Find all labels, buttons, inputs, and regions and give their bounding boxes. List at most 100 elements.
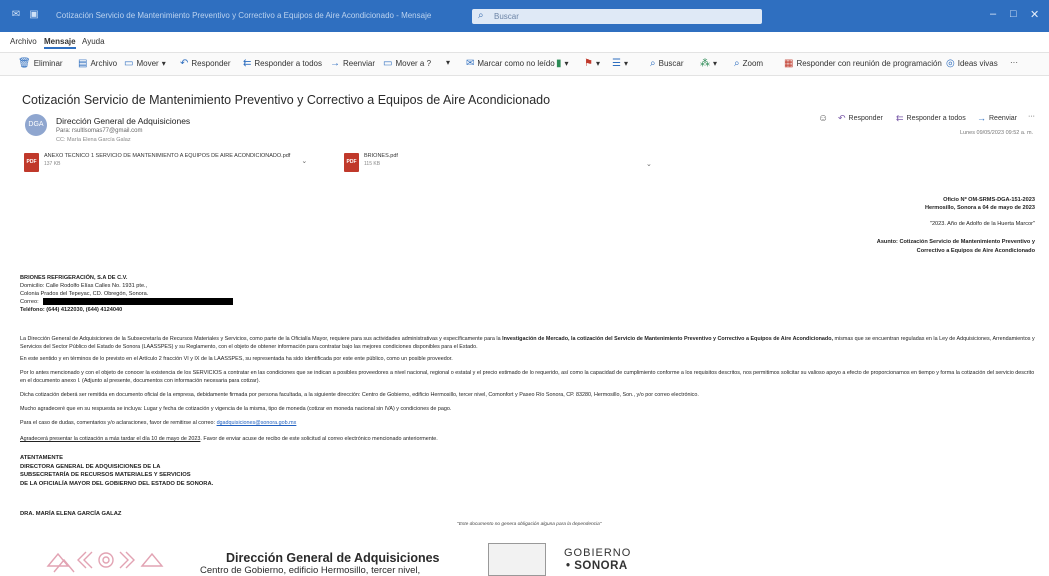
- attachment-name: BRIONES.pdf: [364, 153, 398, 159]
- archive-button[interactable]: ▤ Archivo: [78, 58, 117, 69]
- signer-name: DRA. MARÍA ELENA GARCÍA GALAZ: [20, 511, 122, 517]
- rules-icon: ☰: [612, 58, 621, 69]
- rules-button[interactable]: ☰ ▾: [612, 58, 628, 69]
- ideas-icon: ◎: [946, 58, 955, 69]
- reply-meeting-button[interactable]: ▦ Responder con reunión de programación: [784, 58, 942, 69]
- reply-action[interactable]: ↶ Responder: [838, 113, 883, 124]
- signature-block: ATENTAMENTE DIRECTORA GENERAL DE ADQUISI…: [20, 455, 214, 487]
- more-button[interactable]: ···: [1010, 58, 1018, 67]
- categorize-button[interactable]: ▮ ▾: [556, 58, 569, 69]
- redaction-bar: [42, 298, 233, 306]
- menu-ayuda[interactable]: Ayuda: [82, 37, 105, 46]
- gobierno-label: GOBIERNO: [564, 547, 632, 559]
- translate-button[interactable]: ⁂ ▾: [700, 58, 717, 69]
- telefono: Teléfono: (644) 4122030, (644) 4124040: [20, 307, 123, 313]
- window-title: Cotización Servicio de Mantenimiento Pre…: [56, 11, 432, 20]
- lema: "2023. Año de Adolfo de la Huerta Marcor…: [929, 221, 1035, 227]
- attachment-size: 115 KB: [364, 161, 381, 167]
- paragraph-6: Para el caso de dudas, comentarios y/o a…: [20, 420, 297, 426]
- find-button[interactable]: ⌕ Buscar: [650, 58, 684, 69]
- menu-archivo[interactable]: Archivo: [10, 37, 37, 46]
- correo-line: Correo:: [20, 298, 233, 306]
- avatar[interactable]: DGA: [25, 114, 47, 136]
- trash-icon: 🗑: [18, 58, 31, 69]
- recipient-address: BRIONES REFRIGERACIÓN, S.A DE C.V. Domic…: [20, 274, 233, 314]
- archive-icon: ▤: [78, 58, 88, 69]
- sonora-pattern-logo: [46, 551, 164, 573]
- chevron-down-icon[interactable]: ⌄: [646, 160, 652, 168]
- flag-icon: ⚑: [584, 58, 593, 69]
- attachment-name: ANEXO TECNICO 1 SERVICIO DE MANTENIMIENT…: [44, 153, 291, 159]
- sender-name[interactable]: Dirección General de Adquisiciones: [56, 116, 190, 126]
- reply-all-action[interactable]: ⇇ Responder a todos: [896, 113, 966, 124]
- move-to-button[interactable]: ▭ Mover a ?: [383, 58, 431, 69]
- recipient-line: Para: rsultlsomas77@gmail.com: [56, 128, 143, 134]
- move-icon: ▭: [124, 58, 134, 69]
- ideas-button[interactable]: ◎ Ideas vivas: [946, 58, 998, 69]
- search-icon: ⌕: [478, 10, 484, 21]
- zoom-icon: ⌕: [734, 58, 740, 69]
- more-actions[interactable]: ···: [1028, 113, 1035, 120]
- search-icon: ⌕: [650, 58, 656, 69]
- chevron-down-icon[interactable]: ⌄: [301, 157, 307, 165]
- oficio-block: Oficio Nº OM-SRMS-DGA-151-2023 Hermosill…: [925, 196, 1035, 212]
- emoji-icon[interactable]: ☺: [818, 113, 828, 124]
- message-subject: Cotización Servicio de Mantenimiento Pre…: [22, 93, 551, 107]
- reply-all-button[interactable]: ⇇ Responder a todos: [243, 58, 322, 69]
- close-icon[interactable]: ✕: [1030, 8, 1039, 21]
- paragraph-3: Por lo antes mencionado y con el objeto …: [20, 370, 1035, 384]
- attachment-2[interactable]: PDF BRIONES.pdf 115 KB: [344, 153, 398, 175]
- paragraph-7: Agradecerá presentar la cotización a más…: [20, 436, 438, 442]
- minimize-icon[interactable]: –: [990, 8, 996, 20]
- sonora-label: • SONORA: [566, 560, 628, 572]
- translate-icon: ⁂: [700, 58, 710, 69]
- maximize-icon[interactable]: □: [1010, 8, 1017, 20]
- forward-button[interactable]: → Reenviar: [330, 58, 375, 69]
- reply-button[interactable]: ↶ Responder: [180, 58, 231, 69]
- colonia: Colonia Prados del Tepeyac, CD. Obregón,…: [20, 291, 149, 297]
- message-date: Lunes 09/05/2023 09:52 a. m.: [960, 130, 1034, 136]
- forward-action[interactable]: → Reenviar: [977, 113, 1017, 123]
- menu-mensaje[interactable]: Mensaje: [44, 37, 76, 49]
- state-seal-icon: [488, 543, 546, 576]
- footer-subtitle: Centro de Gobierno, edificio Hermosillo,…: [200, 565, 421, 576]
- attachment-size: 137 KB: [44, 161, 61, 167]
- forward-icon: →: [977, 113, 986, 123]
- move-button[interactable]: ▭ Mover ▾: [124, 58, 166, 69]
- company-name: BRIONES REFRIGERACIÓN, S.A DE C.V.: [20, 275, 128, 281]
- search-box[interactable]: ⌕ Buscar: [472, 9, 762, 24]
- flag-button[interactable]: ⚑ ▾: [584, 58, 600, 69]
- paragraph-1: La Dirección General de Adquisiciones de…: [20, 336, 1035, 350]
- search-placeholder: Buscar: [494, 12, 519, 21]
- window-titlebar: ✉ ▣ Cotización Servicio de Mantenimiento…: [0, 0, 1049, 32]
- save-icon[interactable]: ▣: [28, 9, 40, 21]
- outlook-icon: ✉: [11, 9, 21, 20]
- domicilio: Domicilio: Calle Rodolfo Elías Calles No…: [20, 283, 148, 289]
- paragraph-4: Dicha cotización deberá ser remitida en …: [20, 392, 699, 398]
- reply-icon: ↶: [838, 113, 846, 123]
- delete-button[interactable]: 🗑 Eliminar: [18, 58, 63, 69]
- oficio-date: Hermosillo, Sonora a 04 de mayo de 2023: [924, 205, 1035, 211]
- tag-icon: ▮: [556, 58, 562, 69]
- move-to-icon: ▭: [383, 58, 393, 69]
- dropdown-arrow[interactable]: ▾: [446, 58, 450, 67]
- footnote: "Este documento no genera obligación alg…: [457, 522, 602, 527]
- paragraph-2: En este sentido y en términos de lo prev…: [20, 356, 453, 362]
- mark-unread-button[interactable]: ✉ Marcar como no leído: [466, 58, 555, 69]
- reply-all-icon: ⇇: [243, 58, 252, 69]
- menu-bar: Archivo Mensaje Ayuda: [0, 34, 1049, 50]
- reply-icon: ↶: [180, 58, 189, 69]
- cc-line: CC: María Elena García Galaz: [56, 137, 131, 143]
- attachment-1[interactable]: PDF ANEXO TECNICO 1 SERVICIO DE MANTENIM…: [24, 153, 307, 175]
- zoom-button[interactable]: ⌕ Zoom: [734, 58, 763, 69]
- pdf-icon: PDF: [344, 153, 359, 172]
- mark-unread-icon: ✉: [466, 58, 475, 69]
- ribbon-toolbar: 🗑 Eliminar ▤ Archivo ▭ Mover ▾ ↶ Responder ⇇ R…: [0, 52, 1049, 76]
- paragraph-5: Mucho agradeceré que en su respuesta se …: [20, 406, 452, 412]
- email-link[interactable]: dgadquisiciones@sonora.gob.mx: [217, 420, 297, 426]
- forward-icon: →: [330, 58, 340, 69]
- reply-all-icon: ⇇: [896, 113, 904, 123]
- pdf-icon: PDF: [24, 153, 39, 172]
- oficio-number: Oficio Nº OM-SRMS-DGA-151-2023: [943, 197, 1035, 203]
- footer-title: Dirección General de Adquisiciones: [226, 551, 440, 565]
